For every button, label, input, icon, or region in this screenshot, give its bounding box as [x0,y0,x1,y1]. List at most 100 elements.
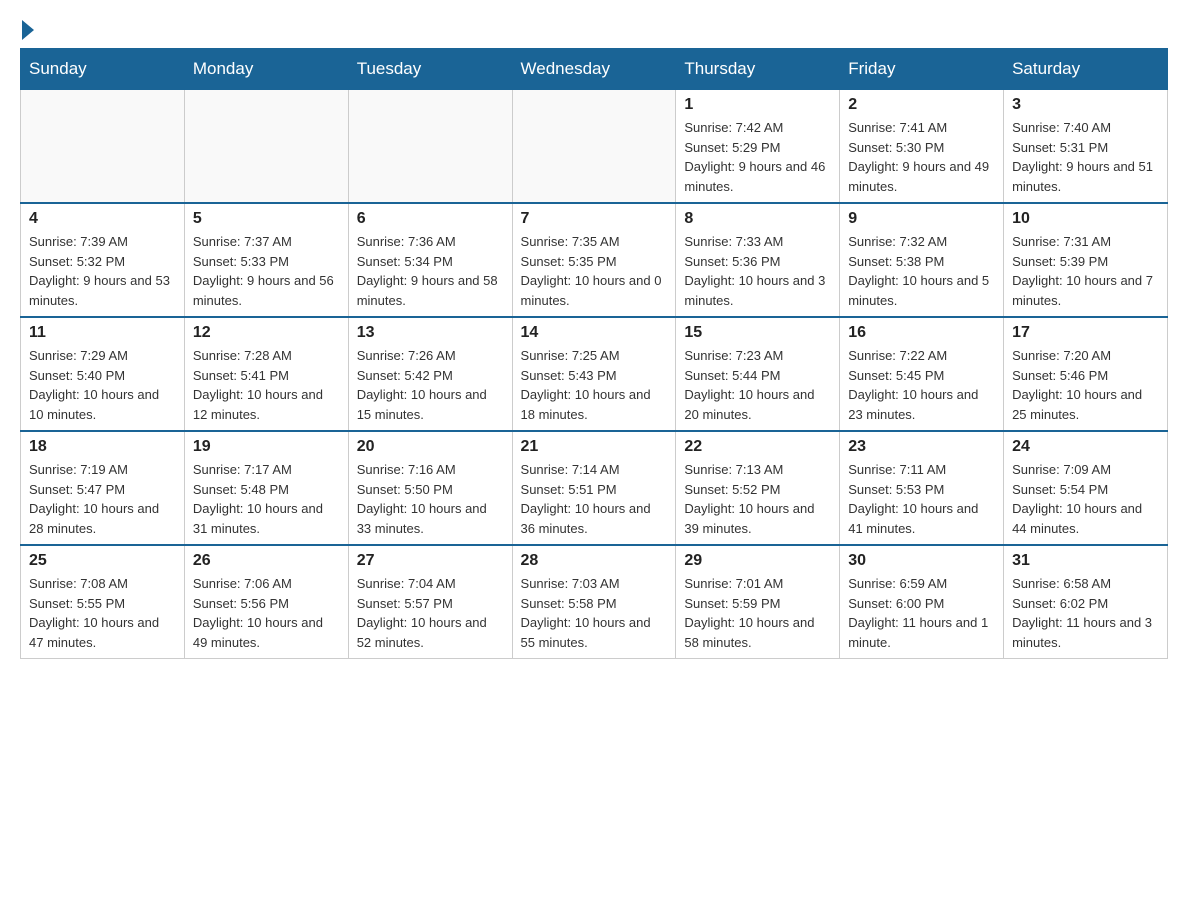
day-number: 22 [684,438,831,456]
day-number: 26 [193,552,340,570]
day-info: Sunrise: 7:32 AMSunset: 5:38 PMDaylight:… [848,232,995,310]
day-info: Sunrise: 7:37 AMSunset: 5:33 PMDaylight:… [193,232,340,310]
day-number: 17 [1012,324,1159,342]
calendar-cell: 31Sunrise: 6:58 AMSunset: 6:02 PMDayligh… [1004,545,1168,659]
day-info: Sunrise: 7:41 AMSunset: 5:30 PMDaylight:… [848,118,995,196]
day-number: 24 [1012,438,1159,456]
col-header-wednesday: Wednesday [512,49,676,90]
day-info: Sunrise: 7:03 AMSunset: 5:58 PMDaylight:… [521,574,668,652]
calendar-cell: 19 Sunrise: 7:17 AMSunset: 5:48 PMDayligh… [184,431,348,545]
calendar-week-3: 11Sunrise: 7:29 AMSunset: 5:40 PMDayligh… [21,317,1168,431]
day-number: 15 [684,324,831,342]
day-info: Sunrise: 7:42 AMSunset: 5:29 PMDaylight:… [684,118,831,196]
day-number: 12 [193,324,340,342]
calendar-cell: 27 Sunrise: 7:04 AMSunset: 5:57 PMDayligh… [348,545,512,659]
day-number: 7 [521,210,668,228]
calendar-cell: 30 Sunrise: 6:59 AMSunset: 6:00 PMDayligh… [840,545,1004,659]
day-number: 9 [848,210,995,228]
col-header-tuesday: Tuesday [348,49,512,90]
calendar-cell: 7 Sunrise: 7:35 AMSunset: 5:35 PMDaylight… [512,203,676,317]
day-number: 16 [848,324,995,342]
day-info: Sunrise: 7:26 AMSunset: 5:42 PMDaylight:… [357,346,504,424]
col-header-saturday: Saturday [1004,49,1168,90]
day-number: 21 [521,438,668,456]
day-info: Sunrise: 7:06 AMSunset: 5:56 PMDaylight:… [193,574,340,652]
calendar-cell: 3 Sunrise: 7:40 AMSunset: 5:31 PMDaylight… [1004,90,1168,204]
day-info: Sunrise: 7:08 AMSunset: 5:55 PMDaylight:… [29,574,176,652]
day-number: 30 [848,552,995,570]
day-info: Sunrise: 7:22 AMSunset: 5:45 PMDaylight:… [848,346,995,424]
calendar-cell: 16 Sunrise: 7:22 AMSunset: 5:45 PMDayligh… [840,317,1004,431]
calendar-cell: 5 Sunrise: 7:37 AMSunset: 5:33 PMDaylight… [184,203,348,317]
calendar-cell: 25 Sunrise: 7:08 AMSunset: 5:55 PMDayligh… [21,545,185,659]
day-info: Sunrise: 6:58 AMSunset: 6:02 PMDaylight:… [1012,574,1159,652]
day-info: Sunrise: 7:17 AMSunset: 5:48 PMDaylight:… [193,460,340,538]
day-number: 19 [193,438,340,456]
day-info: Sunrise: 7:09 AMSunset: 5:54 PMDaylight:… [1012,460,1159,538]
day-info: Sunrise: 7:39 AMSunset: 5:32 PMDaylight:… [29,232,176,310]
day-info: Sunrise: 7:11 AMSunset: 5:53 PMDaylight:… [848,460,995,538]
day-number: 11 [29,324,176,342]
calendar-week-4: 18Sunrise: 7:19 AMSunset: 5:47 PMDayligh… [21,431,1168,545]
calendar-cell: 8 Sunrise: 7:33 AMSunset: 5:36 PMDaylight… [676,203,840,317]
calendar-cell: 26 Sunrise: 7:06 AMSunset: 5:56 PMDayligh… [184,545,348,659]
day-number: 3 [1012,96,1159,114]
calendar-cell: 6 Sunrise: 7:36 AMSunset: 5:34 PMDaylight… [348,203,512,317]
calendar-cell: 24 Sunrise: 7:09 AMSunset: 5:54 PMDayligh… [1004,431,1168,545]
day-number: 29 [684,552,831,570]
day-number: 14 [521,324,668,342]
day-info: Sunrise: 7:40 AMSunset: 5:31 PMDaylight:… [1012,118,1159,196]
calendar-cell: 15Sunrise: 7:23 AMSunset: 5:44 PMDayligh… [676,317,840,431]
day-number: 5 [193,210,340,228]
calendar-week-2: 4 Sunrise: 7:39 AMSunset: 5:32 PMDaylight… [21,203,1168,317]
day-number: 13 [357,324,504,342]
calendar-cell: 17 Sunrise: 7:20 AMSunset: 5:46 PMDayligh… [1004,317,1168,431]
day-number: 1 [684,96,831,114]
day-info: Sunrise: 7:36 AMSunset: 5:34 PMDaylight:… [357,232,504,310]
day-info: Sunrise: 7:33 AMSunset: 5:36 PMDaylight:… [684,232,831,310]
day-info: Sunrise: 7:16 AMSunset: 5:50 PMDaylight:… [357,460,504,538]
calendar-cell: 23 Sunrise: 7:11 AMSunset: 5:53 PMDayligh… [840,431,1004,545]
calendar-cell: 13 Sunrise: 7:26 AMSunset: 5:42 PMDayligh… [348,317,512,431]
calendar-cell: 12Sunrise: 7:28 AMSunset: 5:41 PMDayligh… [184,317,348,431]
day-number: 2 [848,96,995,114]
calendar-week-1: 1 Sunrise: 7:42 AMSunset: 5:29 PMDaylight… [21,90,1168,204]
day-info: Sunrise: 7:31 AMSunset: 5:39 PMDaylight:… [1012,232,1159,310]
calendar-cell [184,90,348,204]
day-info: Sunrise: 7:25 AMSunset: 5:43 PMDaylight:… [521,346,668,424]
calendar-cell: 2 Sunrise: 7:41 AMSunset: 5:30 PMDaylight… [840,90,1004,204]
day-number: 20 [357,438,504,456]
day-info: Sunrise: 6:59 AMSunset: 6:00 PMDaylight:… [848,574,995,652]
day-number: 27 [357,552,504,570]
day-info: Sunrise: 7:35 AMSunset: 5:35 PMDaylight:… [521,232,668,310]
day-number: 25 [29,552,176,570]
calendar-cell: 4 Sunrise: 7:39 AMSunset: 5:32 PMDaylight… [21,203,185,317]
calendar-week-5: 25 Sunrise: 7:08 AMSunset: 5:55 PMDayligh… [21,545,1168,659]
day-info: Sunrise: 7:01 AMSunset: 5:59 PMDaylight:… [684,574,831,652]
day-info: Sunrise: 7:04 AMSunset: 5:57 PMDaylight:… [357,574,504,652]
col-header-thursday: Thursday [676,49,840,90]
day-number: 4 [29,210,176,228]
calendar-cell: 20 Sunrise: 7:16 AMSunset: 5:50 PMDayligh… [348,431,512,545]
day-number: 28 [521,552,668,570]
day-number: 8 [684,210,831,228]
calendar-cell: 14 Sunrise: 7:25 AMSunset: 5:43 PMDayligh… [512,317,676,431]
day-number: 18 [29,438,176,456]
calendar-cell: 9 Sunrise: 7:32 AMSunset: 5:38 PMDaylight… [840,203,1004,317]
day-number: 6 [357,210,504,228]
logo-arrow-icon [22,20,34,40]
calendar-cell: 1 Sunrise: 7:42 AMSunset: 5:29 PMDaylight… [676,90,840,204]
calendar-cell: 18Sunrise: 7:19 AMSunset: 5:47 PMDayligh… [21,431,185,545]
col-header-friday: Friday [840,49,1004,90]
calendar-cell: 29 Sunrise: 7:01 AMSunset: 5:59 PMDayligh… [676,545,840,659]
calendar-cell: 11Sunrise: 7:29 AMSunset: 5:40 PMDayligh… [21,317,185,431]
day-info: Sunrise: 7:20 AMSunset: 5:46 PMDaylight:… [1012,346,1159,424]
calendar-header-row: SundayMondayTuesdayWednesdayThursdayFrid… [21,49,1168,90]
calendar-cell [348,90,512,204]
day-info: Sunrise: 7:14 AMSunset: 5:51 PMDaylight:… [521,460,668,538]
col-header-monday: Monday [184,49,348,90]
day-number: 23 [848,438,995,456]
calendar-cell: 28 Sunrise: 7:03 AMSunset: 5:58 PMDayligh… [512,545,676,659]
calendar-cell: 21 Sunrise: 7:14 AMSunset: 5:51 PMDayligh… [512,431,676,545]
calendar-table: SundayMondayTuesdayWednesdayThursdayFrid… [20,48,1168,659]
